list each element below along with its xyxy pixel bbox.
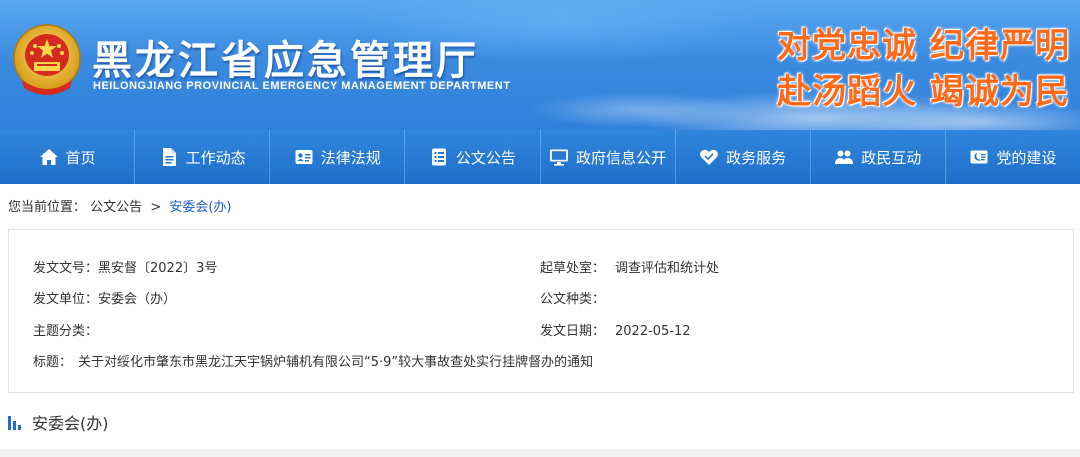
nav-item-label: 法律法规 bbox=[320, 148, 381, 167]
issue-date-row: 发文日期： 2022-05-12 bbox=[540, 320, 691, 339]
breadcrumb-link-safety-committee[interactable]: 安委会(办) bbox=[169, 200, 231, 215]
doc-type-label: 公文种类： bbox=[540, 292, 606, 307]
topic-row: 主题分类： bbox=[33, 320, 108, 339]
breadcrumb-prefix: 您当前位置： bbox=[8, 200, 87, 215]
national-emblem-icon[interactable] bbox=[10, 22, 84, 98]
nav-item-gov-info[interactable]: 政府信息公开 bbox=[541, 130, 676, 184]
doc-title-label: 标题： bbox=[33, 355, 73, 370]
slogan-line-2: 赴汤蹈火 竭诚为民 bbox=[777, 72, 1070, 112]
nav-item-label: 党的建设 bbox=[996, 148, 1057, 167]
site-title: 黑龙江省应急管理厅 bbox=[92, 38, 479, 84]
nav-item-label: 工作动态 bbox=[185, 148, 246, 167]
site-subtitle: HEILONGJIANG PROVINCIAL EMERGENCY MANAGE… bbox=[93, 80, 511, 92]
document-info-panel: 发文文号：黑安督〔2022〕3号 起草处室： 调查评估和统计处 发文单位：安委会（… bbox=[8, 229, 1074, 393]
doc-number-row: 发文文号：黑安督〔2022〕3号 bbox=[33, 257, 217, 276]
nav-item-party[interactable]: 党的建设 bbox=[946, 130, 1080, 184]
breadcrumb-link-announcements[interactable]: 公文公告 bbox=[90, 200, 142, 215]
issuer-row: 发文单位：安委会（办） bbox=[33, 288, 176, 307]
doc-type-row: 公文种类： bbox=[540, 288, 615, 307]
issuer-value: 安委会（办） bbox=[98, 292, 177, 307]
nav-item-home[interactable]: 首页 bbox=[0, 130, 136, 184]
doc-title-value: 关于对绥化市肇东市黑龙江天宇锅炉辅机有限公司“5·9”较大事故查处实行挂牌督办的… bbox=[78, 355, 594, 370]
section-title-text: 安委会(办) bbox=[32, 414, 109, 433]
nav-item-services[interactable]: 政务服务 bbox=[676, 130, 811, 184]
doc-number-label: 发文文号： bbox=[33, 261, 99, 276]
doc-number-value: 黑安督〔2022〕3号 bbox=[98, 261, 218, 276]
main-nav: 首页 工作动态 法律法规 公文公告 政府信息公开 政务服务 政民互动 党的建设 bbox=[0, 130, 1080, 184]
slogan-line-1: 对党忠诚 纪律严明 bbox=[777, 26, 1070, 66]
drafting-office-label: 起草处室： bbox=[540, 261, 606, 276]
party-icon bbox=[969, 147, 989, 167]
drafting-office-row: 起草处室： 调查评估和统计处 bbox=[540, 257, 719, 276]
nav-item-label: 政民互动 bbox=[861, 148, 922, 167]
heart-icon bbox=[699, 147, 719, 167]
id-card-icon bbox=[294, 147, 314, 167]
users-icon bbox=[834, 147, 854, 167]
issuer-label: 发文单位： bbox=[33, 292, 99, 307]
nav-item-work-news[interactable]: 工作动态 bbox=[135, 130, 271, 184]
issue-date-label: 发文日期： bbox=[540, 324, 606, 339]
site-banner: 黑龙江省应急管理厅 HEILONGJIANG PROVINCIAL EMERGE… bbox=[0, 0, 1080, 130]
issue-date-value: 2022-05-12 bbox=[615, 324, 691, 339]
nav-item-label: 公文公告 bbox=[455, 148, 516, 167]
nav-item-interaction[interactable]: 政民互动 bbox=[811, 130, 946, 184]
doc-title-row: 标题： 关于对绥化市肇东市黑龙江天宇锅炉辅机有限公司“5·9”较大事故查处实行挂牌… bbox=[33, 351, 593, 370]
breadcrumb-separator: > bbox=[150, 200, 162, 215]
nav-item-label: 首页 bbox=[65, 148, 96, 167]
home-icon bbox=[39, 147, 59, 167]
topic-label: 主题分类： bbox=[33, 324, 99, 339]
breadcrumb: 您当前位置： 公文公告 > 安委会(办) bbox=[8, 196, 232, 215]
bar-chart-icon bbox=[8, 414, 22, 430]
nav-item-laws[interactable]: 法律法规 bbox=[270, 130, 406, 184]
nav-item-announcements[interactable]: 公文公告 bbox=[405, 130, 541, 184]
nav-item-label: 政务服务 bbox=[726, 148, 787, 167]
monitor-icon bbox=[549, 147, 569, 167]
drafting-office-value: 调查评估和统计处 bbox=[615, 261, 720, 276]
content-area-top-edge bbox=[0, 449, 1080, 457]
document-icon bbox=[159, 147, 179, 167]
list-icon bbox=[429, 147, 449, 167]
nav-item-label: 政府信息公开 bbox=[576, 148, 667, 167]
section-heading: 安委会(办) bbox=[8, 410, 109, 434]
